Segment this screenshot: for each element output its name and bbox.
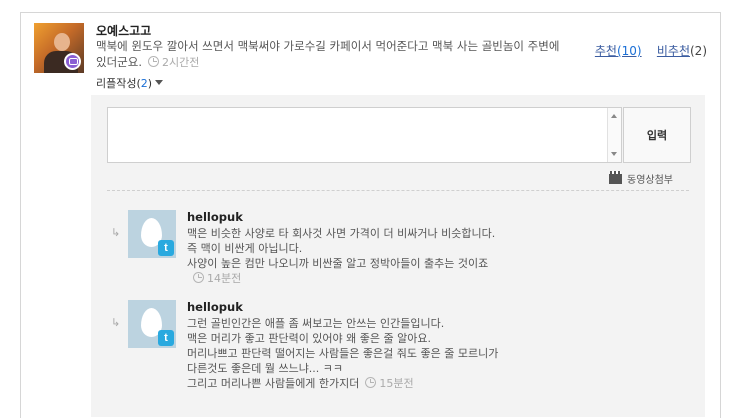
reply-avatar[interactable]: t [128,300,176,348]
submit-button[interactable]: 입력 [623,107,691,163]
reply-arrow-icon: ↳ [111,316,121,329]
clock-icon [365,377,377,388]
clock-icon [147,56,159,67]
downvote-link[interactable]: 비추천 [657,44,690,58]
reply-body: 그런 골빈인간은 애플 좀 써보고는 안쓰는 인간들입니다. 맥은 머리가 좋고… [187,317,499,390]
chat-badge-icon [64,53,81,70]
reply-arrow-icon: ↳ [111,226,121,239]
twitter-icon: t [158,240,174,256]
twitter-icon: t [158,330,174,346]
user-avatar[interactable] [34,23,84,73]
reply-body: 맥은 비슷한 사양로 타 회사것 사면 가격이 더 비싸거나 비슷합니다. 즉 … [187,227,496,285]
video-attach-button[interactable]: 동영상첨부 [609,171,673,186]
scrollbar[interactable] [607,108,621,162]
reply-avatar[interactable]: t [128,210,176,258]
scroll-up-icon[interactable] [611,114,617,118]
reply-panel: 입력 동영상첨부 ↳ t hellopuk 맥은 비슷한 사양로 타 회사것 사… [91,95,705,417]
upvote-link[interactable]: 추천(10) [595,44,642,58]
reply-toggle[interactable]: 리플작성(2) [96,75,164,91]
vote-links: 추천(10) 비추천(2) [595,42,707,59]
reply-author[interactable]: hellopuk [187,210,243,224]
scroll-down-icon[interactable] [611,152,617,156]
downvote-count: (2) [690,44,707,58]
reply-time: 14분전 [207,272,242,285]
divider [107,190,689,191]
reply-input[interactable] [107,107,622,163]
comment-text: 맥북에 윈도우 깔아서 쓰면서 맥북써야 가로수길 카페이서 먹어준다고 맥북 … [96,38,566,71]
reply-author[interactable]: hellopuk [187,300,243,314]
clock-icon [193,272,204,283]
clapperboard-icon [609,171,622,184]
reply-count: 2 [140,77,148,90]
comment-time: 2시간전 [161,56,200,69]
chevron-down-icon [155,80,164,85]
comment-author[interactable]: 오예스고고 [96,22,151,39]
reply-time: 15분전 [379,377,414,390]
